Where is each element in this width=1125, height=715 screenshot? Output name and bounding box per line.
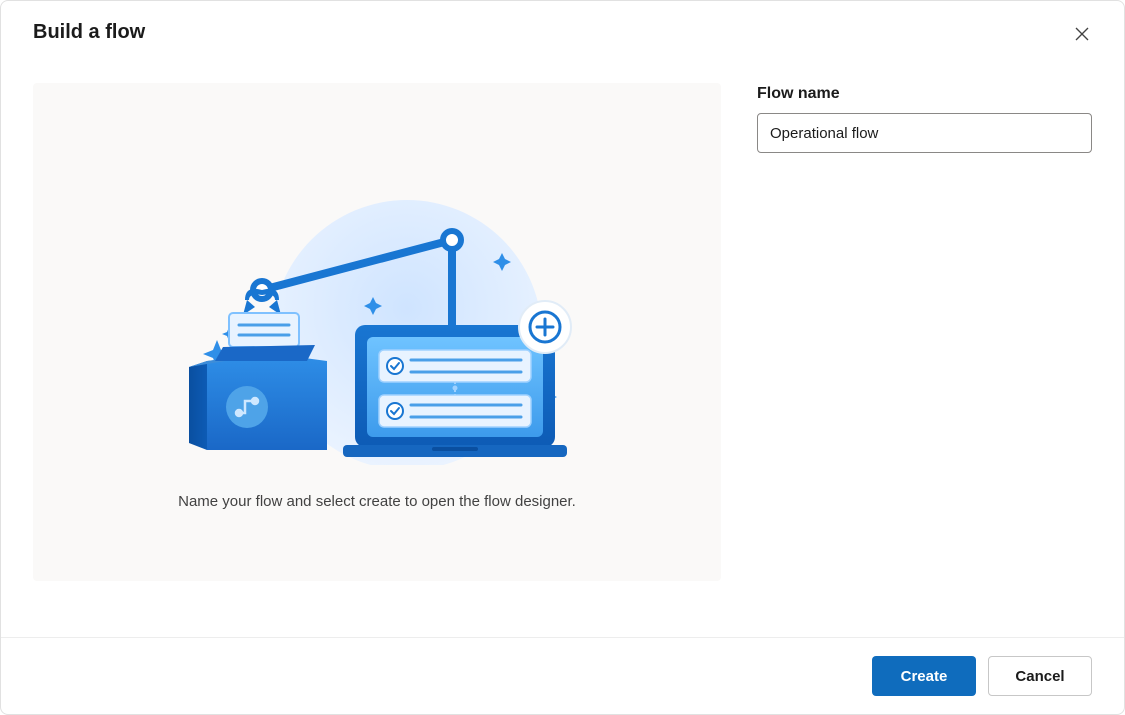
- create-button[interactable]: Create: [872, 656, 976, 696]
- dialog-footer: Create Cancel: [1, 637, 1124, 714]
- illustration-panel: Name your flow and select create to open…: [33, 83, 721, 581]
- close-button[interactable]: [1068, 21, 1096, 49]
- flow-builder-illustration: [167, 185, 587, 465]
- dialog-body: Name your flow and select create to open…: [1, 59, 1124, 637]
- dialog-title: Build a flow: [33, 21, 145, 44]
- cancel-button[interactable]: Cancel: [988, 656, 1092, 696]
- flow-name-label: Flow name: [757, 85, 1092, 103]
- form-panel: Flow name: [757, 83, 1092, 617]
- flow-name-input[interactable]: [757, 113, 1092, 153]
- helper-text: Name your flow and select create to open…: [178, 493, 576, 510]
- close-icon: [1075, 27, 1089, 44]
- dialog-header: Build a flow: [1, 1, 1124, 59]
- build-flow-dialog: Build a flow: [0, 0, 1125, 715]
